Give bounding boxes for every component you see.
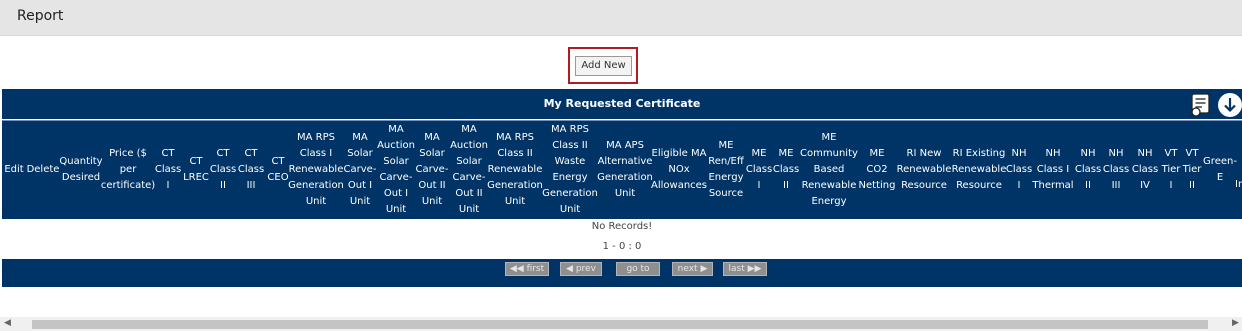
col-nh-class-i[interactable]: NH Class I — [1006, 121, 1032, 219]
pager-next-label: next — [677, 264, 698, 274]
col-ct-class-i[interactable]: CT Class I — [154, 121, 182, 219]
empty-message: No Records! — [591, 221, 653, 232]
col-me-class-ii[interactable]: ME Class II — [772, 121, 800, 219]
pager-last-label: last — [728, 264, 745, 274]
add-new-button[interactable]: Add New — [575, 56, 632, 76]
col-me-community[interactable]: ME Community Based Renewable Energy — [800, 121, 858, 219]
col-green-e[interactable]: Green-E — [1202, 121, 1238, 219]
pager-next-button[interactable]: next ▶ — [672, 262, 713, 276]
pager-bar: ◀◀ first ◀ prev go to next ▶ last ▶▶ — [2, 259, 1242, 287]
last-arrow-icon: ▶▶ — [747, 264, 762, 274]
grid-caption: My Requested Certificate — [2, 89, 1242, 119]
col-nh-class-i-thermal[interactable]: NH Class I Thermal — [1032, 121, 1074, 219]
scroll-right-icon[interactable]: ▶ — [1232, 318, 1239, 328]
col-ma-aps[interactable]: MA APS Alternative Generation Unit — [597, 121, 653, 219]
record-range: 1 - 0 : 0 — [602, 241, 642, 252]
col-ma-rps-class-ii-waste[interactable]: MA RPS Class II Waste Energy Generation … — [542, 121, 598, 219]
col-me-co2-netting[interactable]: ME CO2 Netting — [858, 121, 896, 219]
col-nh-class-iii[interactable]: NH Class III — [1102, 121, 1130, 219]
download-icon[interactable] — [1218, 93, 1242, 117]
first-arrow-icon: ◀◀ — [509, 264, 524, 274]
pager-goto-button[interactable]: go to — [616, 262, 660, 276]
col-ma-solar-carve-out-ii[interactable]: MA Solar Carve-Out II Unit — [414, 121, 450, 219]
col-price[interactable]: Price ($ per certificate) — [101, 121, 155, 219]
col-ri-existing-renewable[interactable]: RI Existing Renewable Resource — [952, 121, 1007, 219]
next-arrow-icon: ▶ — [700, 264, 708, 274]
page-header: Report — [0, 0, 1242, 36]
col-ma-solar-carve-out-i[interactable]: MA Solar Carve-Out I Unit — [342, 121, 378, 219]
col-ma-auction-solar-carve-out-ii[interactable]: MA Auction Solar Carve-Out II Unit — [450, 121, 488, 219]
scrollbar-thumb[interactable] — [32, 320, 1208, 329]
col-nh-class-ii[interactable]: NH Class II — [1074, 121, 1102, 219]
col-eligible-ma-nox[interactable]: Eligible MA NOx Allowances — [651, 121, 707, 219]
col-ri-new-renewable[interactable]: RI New Renewable Resource — [896, 121, 952, 219]
col-vt-tier-i[interactable]: VT Tier I — [1160, 121, 1182, 219]
page-title: Report — [17, 8, 64, 24]
col-me-class-i[interactable]: ME Class I — [746, 121, 772, 219]
col-nh-class-iv[interactable]: NH Class IV — [1130, 121, 1160, 219]
grid-header: Edit Delete Quantity Desired Price ($ pe… — [2, 120, 1242, 219]
scroll-left-icon[interactable]: ◀ — [4, 318, 11, 328]
prev-arrow-icon: ◀ — [566, 264, 573, 274]
certificate-grid: My Requested Certificate Edit Delete Qua… — [2, 89, 1242, 287]
col-ct-class-ii[interactable]: CT Class II — [210, 121, 236, 219]
col-partial[interactable]: In — [1235, 121, 1242, 219]
col-ct-ceo[interactable]: CT CEO — [266, 121, 290, 219]
pager-prev-label: prev — [575, 264, 596, 274]
col-ct-lrec[interactable]: CT LREC — [182, 121, 210, 219]
pager-last-button[interactable]: last ▶▶ — [723, 262, 767, 276]
pager-first-label: first — [526, 264, 545, 274]
col-ma-auction-solar-carve-out-i[interactable]: MA Auction Solar Carve-Out I Unit — [377, 121, 415, 219]
col-ma-rps-class-ii[interactable]: MA RPS Class II Renewable Generation Uni… — [487, 121, 543, 219]
col-ct-class-iii[interactable]: CT Class III — [236, 121, 266, 219]
col-vt-tier-ii[interactable]: VT Tier II — [1182, 121, 1202, 219]
col-delete[interactable]: Delete — [26, 121, 60, 219]
pager-prev-button[interactable]: ◀ prev — [560, 262, 602, 276]
col-quantity-desired[interactable]: Quantity Desired — [59, 121, 102, 219]
col-ma-rps-class-i[interactable]: MA RPS Class I Renewable Generation Unit — [288, 121, 344, 219]
col-edit[interactable]: Edit — [2, 121, 26, 219]
col-me-ren-eff[interactable]: ME Ren/Eff Energy Source — [706, 121, 746, 219]
csv-export-icon[interactable] — [1189, 93, 1213, 118]
pager-first-button[interactable]: ◀◀ first — [505, 262, 549, 276]
